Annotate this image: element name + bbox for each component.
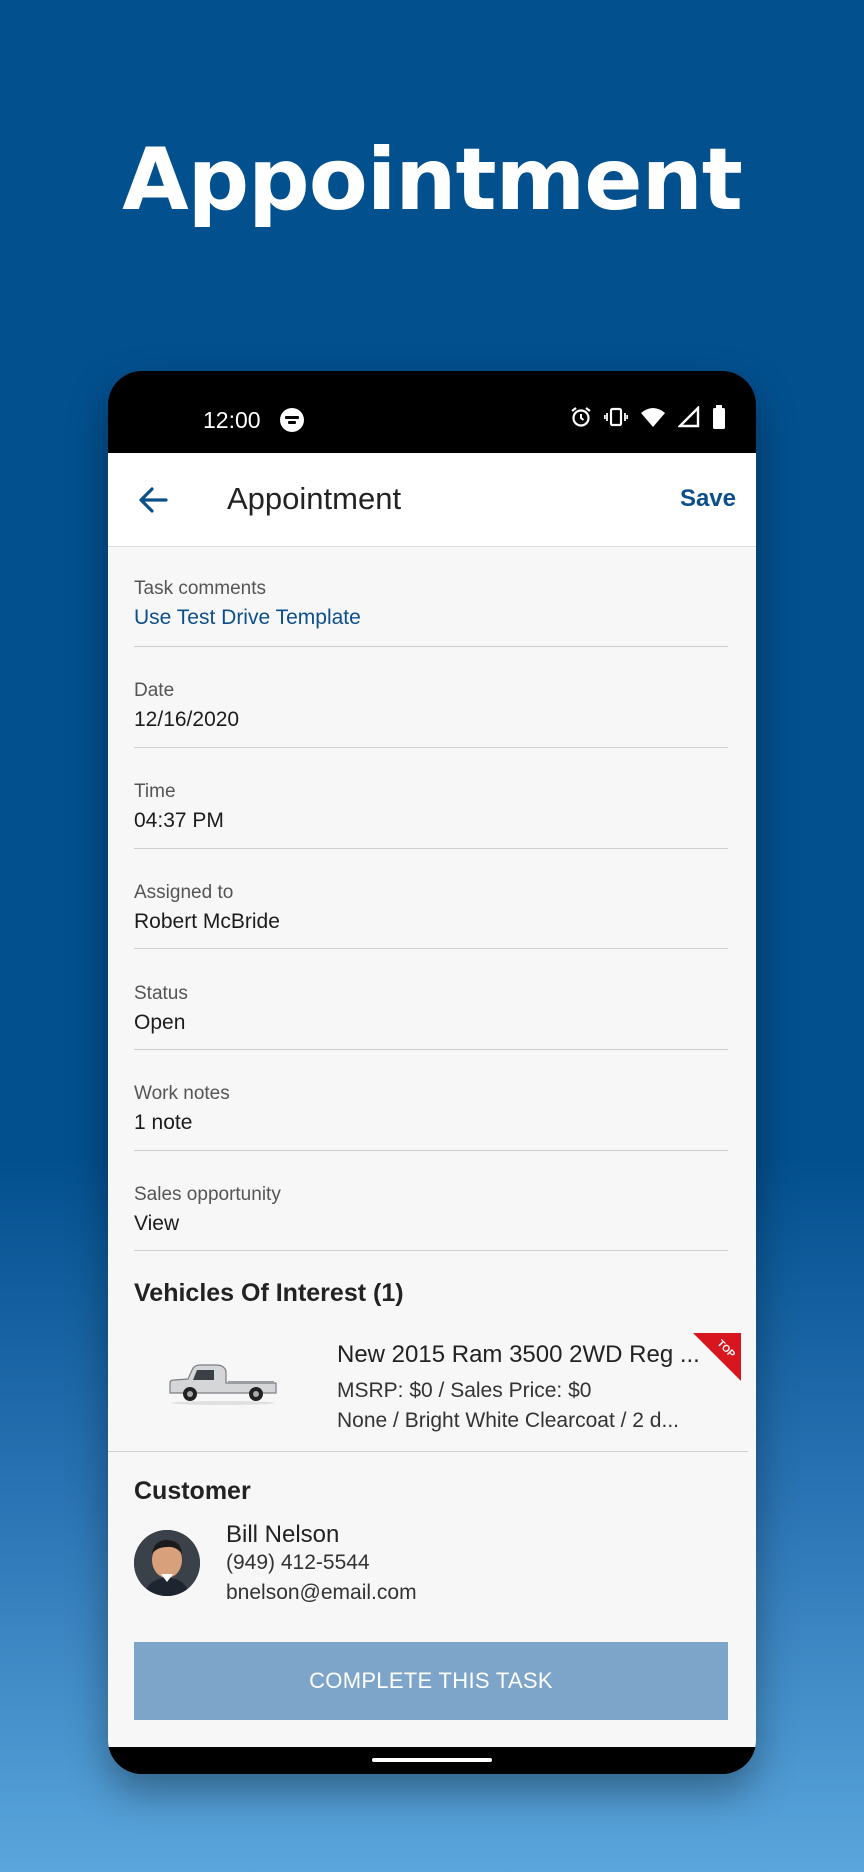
top-badge: TOP bbox=[693, 1333, 741, 1381]
app-screen: Appointment Save Task comments Use Test … bbox=[108, 453, 756, 1747]
field-date[interactable]: Date 12/16/2020 bbox=[134, 646, 728, 748]
field-label: Task comments bbox=[134, 578, 266, 599]
field-label: Assigned to bbox=[134, 882, 234, 903]
save-button[interactable]: Save bbox=[680, 485, 736, 513]
complete-task-button[interactable]: COMPLETE THIS TASK bbox=[134, 1642, 728, 1720]
field-value: 12/16/2020 bbox=[134, 708, 240, 731]
phone-frame: 12:00 Appointment Save Task comments Use… bbox=[108, 371, 756, 1774]
alarm-icon bbox=[571, 407, 591, 427]
field-label: Sales opportunity bbox=[134, 1184, 281, 1205]
customer-phone[interactable]: (949) 412-5544 bbox=[226, 1551, 370, 1575]
avatar-photo bbox=[134, 1530, 200, 1596]
status-bar: 12:00 bbox=[108, 371, 756, 453]
app-bar-title: Appointment bbox=[227, 481, 402, 516]
avatar[interactable] bbox=[134, 1530, 200, 1596]
customer-name: Bill Nelson bbox=[226, 1521, 340, 1548]
vehicle-thumbnail bbox=[169, 1364, 277, 1405]
vehicle-details: None / Bright White Clearcoat / 2 d... bbox=[337, 1409, 679, 1432]
field-value: View bbox=[134, 1212, 180, 1235]
field-label: Status bbox=[134, 983, 188, 1004]
vehicle-price: MSRP: $0 / Sales Price: $0 bbox=[337, 1379, 592, 1402]
field-label: Work notes bbox=[134, 1083, 230, 1104]
app-bar: Appointment Save bbox=[108, 453, 756, 547]
field-value: Robert McBride bbox=[134, 910, 280, 933]
field-status[interactable]: Status Open bbox=[134, 948, 728, 1050]
customer-section-title: Customer bbox=[134, 1477, 251, 1505]
hero-title: Appointment bbox=[122, 130, 743, 230]
battery-icon bbox=[713, 405, 725, 429]
field-task-comments[interactable]: Task comments Use Test Drive Template bbox=[134, 546, 728, 647]
field-time[interactable]: Time 04:37 PM bbox=[134, 747, 728, 849]
field-label: Time bbox=[134, 781, 176, 802]
notification-icon bbox=[280, 408, 304, 432]
signal-icon bbox=[678, 406, 700, 428]
status-icons bbox=[570, 405, 726, 429]
vehicle-title: New 2015 Ram 3500 2WD Reg ... bbox=[337, 1341, 700, 1368]
vehicle-item[interactable]: New 2015 Ram 3500 2WD Reg ... MSRP: $0 /… bbox=[108, 1323, 748, 1452]
field-assigned-to[interactable]: Assigned to Robert McBride bbox=[134, 848, 728, 949]
back-arrow-icon[interactable] bbox=[136, 483, 170, 517]
field-work-notes[interactable]: Work notes 1 note bbox=[134, 1049, 728, 1151]
field-label: Date bbox=[134, 680, 175, 701]
vehicles-section-title: Vehicles Of Interest (1) bbox=[134, 1279, 404, 1307]
field-value: 1 note bbox=[134, 1111, 193, 1134]
field-value: Open bbox=[134, 1011, 186, 1034]
home-indicator[interactable] bbox=[372, 1758, 492, 1762]
vibrate-icon bbox=[604, 407, 628, 427]
navigation-bar bbox=[108, 1747, 756, 1774]
wifi-icon bbox=[641, 408, 665, 427]
task-comments-link[interactable]: Use Test Drive Template bbox=[134, 606, 361, 630]
field-sales-opportunity[interactable]: Sales opportunity View bbox=[134, 1150, 728, 1251]
status-time: 12:00 bbox=[203, 407, 261, 433]
field-value: 04:37 PM bbox=[134, 809, 224, 832]
customer-email[interactable]: bnelson@email.com bbox=[226, 1581, 417, 1605]
